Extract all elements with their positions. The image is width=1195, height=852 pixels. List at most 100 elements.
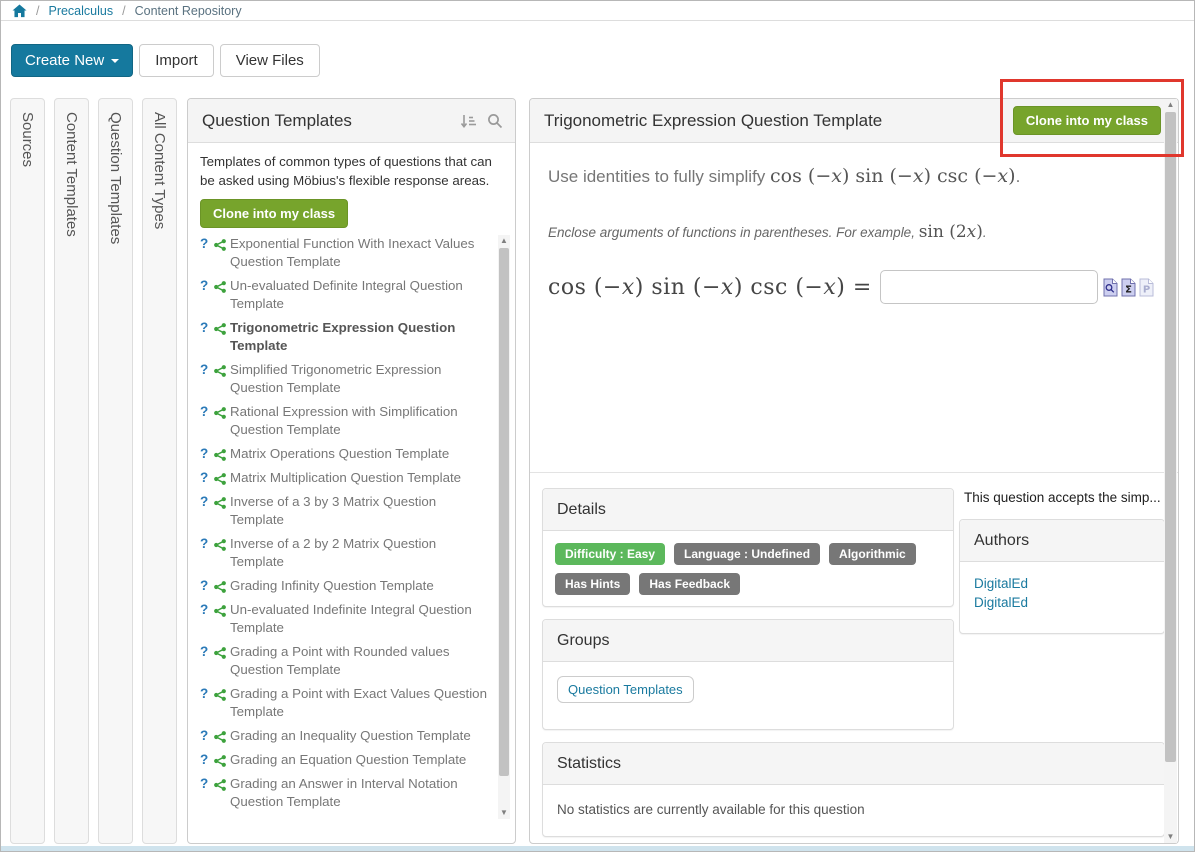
sidebar-tab-content-templates[interactable]: Content Templates bbox=[54, 98, 89, 844]
template-list-item[interactable]: ? Trigonometric Expression Question Temp… bbox=[200, 319, 488, 355]
window-bottom-edge bbox=[1, 846, 1194, 851]
group-chip[interactable]: Question Templates bbox=[557, 676, 694, 703]
search-icon[interactable] bbox=[487, 113, 503, 134]
template-list-item[interactable]: ? Matrix Operations Question Template bbox=[200, 445, 488, 463]
plaintext-icon: P bbox=[1139, 278, 1154, 297]
question-icon: ? bbox=[200, 686, 208, 701]
question-icon: ? bbox=[200, 728, 208, 743]
question-icon: ? bbox=[200, 494, 208, 509]
template-list-item[interactable]: ? Exponential Function With Inexact Valu… bbox=[200, 235, 488, 271]
preview-icon[interactable] bbox=[1103, 278, 1118, 297]
share-icon[interactable] bbox=[214, 604, 226, 622]
share-icon[interactable] bbox=[214, 364, 226, 382]
scrollbar-thumb[interactable] bbox=[499, 248, 509, 776]
templates-panel-description: Templates of common types of questions t… bbox=[200, 153, 503, 191]
detail-panel-header: Trigonometric Expression Question Templa… bbox=[530, 99, 1178, 143]
statistics-box-header: Statistics bbox=[543, 743, 1164, 785]
sidebar-tab-label: All Content Types bbox=[143, 99, 175, 229]
question-icon: ? bbox=[200, 818, 208, 820]
question-icon: ? bbox=[200, 644, 208, 659]
scroll-up-icon[interactable]: ▲ bbox=[498, 235, 510, 247]
statistics-empty-text: No statistics are currently available fo… bbox=[543, 785, 1164, 834]
question-icon: ? bbox=[200, 578, 208, 593]
sidebar-tab-label: Question Templates bbox=[99, 99, 131, 244]
question-preview-area: Use identities to fully simplify cos (−x… bbox=[530, 143, 1178, 473]
template-label: Matrix Multiplication Question Template bbox=[230, 470, 461, 485]
template-label: Grading an Equation Question Template bbox=[230, 752, 466, 767]
author-link[interactable]: DigitalEd bbox=[974, 574, 1150, 593]
prompt-math: cos (−x) sin (−x) csc (−x) bbox=[770, 166, 1016, 187]
clone-into-class-button[interactable]: Clone into my class bbox=[200, 199, 348, 228]
detail-scrollbar[interactable]: ▲ ▼ bbox=[1164, 99, 1177, 843]
template-label: Un-evaluated Indefinite Integral Questio… bbox=[230, 602, 472, 635]
template-list-item[interactable]: ? Inverse of a 3 by 3 Matrix Question Te… bbox=[200, 493, 488, 529]
share-icon[interactable] bbox=[214, 580, 226, 598]
svg-text:P: P bbox=[1143, 284, 1150, 295]
template-list-item[interactable]: ? Grading an Answer in Interval Notation… bbox=[200, 775, 488, 811]
home-icon[interactable] bbox=[12, 4, 27, 18]
template-list-item[interactable]: ? Grading Infinity Question Template bbox=[200, 577, 488, 595]
templates-panel-header: Question Templates bbox=[188, 99, 515, 143]
template-label: Grading a Least Squares Regression Line … bbox=[230, 818, 478, 820]
equation-editor-icon[interactable]: Σ bbox=[1121, 278, 1136, 297]
sidebar-tab-label: Sources bbox=[11, 99, 43, 167]
template-list-item[interactable]: ? Un-evaluated Indefinite Integral Quest… bbox=[200, 601, 488, 637]
scroll-down-icon[interactable]: ▼ bbox=[498, 807, 510, 819]
sidebar-tab-question-templates[interactable]: Question Templates bbox=[98, 98, 133, 844]
share-icon[interactable] bbox=[214, 406, 226, 424]
scrollbar-thumb[interactable] bbox=[1165, 112, 1176, 762]
template-list-item[interactable]: ? Rational Expression with Simplificatio… bbox=[200, 403, 488, 439]
template-list-item[interactable]: ? Grading an Equation Question Template bbox=[200, 751, 488, 769]
question-icon: ? bbox=[200, 404, 208, 419]
share-icon[interactable] bbox=[214, 472, 226, 490]
detail-badge: Has Feedback bbox=[639, 573, 740, 595]
template-list-item[interactable]: ? Grading an Inequality Question Templat… bbox=[200, 727, 488, 745]
share-icon[interactable] bbox=[214, 496, 226, 514]
template-list-item[interactable]: ? Inverse of a 2 by 2 Matrix Question Te… bbox=[200, 535, 488, 571]
breadcrumb-course-link[interactable]: Precalculus bbox=[48, 4, 113, 18]
share-icon[interactable] bbox=[214, 448, 226, 466]
author-link[interactable]: DigitalEd bbox=[974, 593, 1150, 612]
template-list-item[interactable]: ? Grading a Point with Exact Values Ques… bbox=[200, 685, 488, 721]
template-list-item[interactable]: ? Matrix Multiplication Question Templat… bbox=[200, 469, 488, 487]
sort-icon[interactable] bbox=[460, 114, 477, 134]
template-list-item[interactable]: ? Grading a Point with Rounded values Qu… bbox=[200, 643, 488, 679]
view-files-button[interactable]: View Files bbox=[220, 44, 320, 77]
sidebar-tab-sources[interactable]: Sources bbox=[10, 98, 45, 844]
breadcrumb: / Precalculus / Content Repository bbox=[1, 1, 1194, 21]
share-icon[interactable] bbox=[214, 238, 226, 256]
response-input[interactable] bbox=[880, 270, 1098, 304]
share-icon[interactable] bbox=[214, 778, 226, 796]
groups-box-header: Groups bbox=[543, 620, 953, 662]
share-icon[interactable] bbox=[214, 538, 226, 556]
share-icon[interactable] bbox=[214, 280, 226, 298]
details-box-header: Details bbox=[543, 489, 953, 531]
clone-into-class-button[interactable]: Clone into my class bbox=[1013, 106, 1161, 135]
response-area-icons: Σ P bbox=[1103, 278, 1154, 297]
create-new-button[interactable]: Create New bbox=[11, 44, 133, 77]
template-label: Grading an Inequality Question Template bbox=[230, 728, 471, 743]
scroll-down-icon[interactable]: ▼ bbox=[1164, 831, 1177, 843]
import-button[interactable]: Import bbox=[139, 44, 214, 77]
detail-badge: Difficulty : Easy bbox=[555, 543, 665, 565]
authors-list: DigitalEd DigitalEd bbox=[960, 562, 1164, 624]
template-list-item[interactable]: ? Simplified Trigonometric Expression Qu… bbox=[200, 361, 488, 397]
template-list-item[interactable]: ? Un-evaluated Definite Integral Questio… bbox=[200, 277, 488, 313]
list-scrollbar[interactable]: ▲ ▼ bbox=[498, 235, 510, 819]
question-icon: ? bbox=[200, 362, 208, 377]
breadcrumb-separator: / bbox=[122, 4, 125, 18]
template-list-item[interactable]: ? Grading a Least Squares Regression Lin… bbox=[200, 817, 488, 820]
share-icon[interactable] bbox=[214, 322, 226, 340]
template-label: Inverse of a 2 by 2 Matrix Question Temp… bbox=[230, 536, 436, 569]
breadcrumb-current-page: Content Repository bbox=[135, 4, 242, 18]
share-icon[interactable] bbox=[214, 688, 226, 706]
share-icon[interactable] bbox=[214, 730, 226, 748]
share-icon[interactable] bbox=[214, 754, 226, 772]
sidebar-tab-all-content-types[interactable]: All Content Types bbox=[142, 98, 177, 844]
share-icon[interactable] bbox=[214, 646, 226, 664]
scroll-up-icon[interactable]: ▲ bbox=[1164, 99, 1177, 111]
prompt-text: Use identities to fully simplify bbox=[548, 167, 770, 186]
question-icon: ? bbox=[200, 536, 208, 551]
template-label: Grading Infinity Question Template bbox=[230, 578, 434, 593]
authors-box: Authors DigitalEd DigitalEd bbox=[959, 519, 1165, 634]
